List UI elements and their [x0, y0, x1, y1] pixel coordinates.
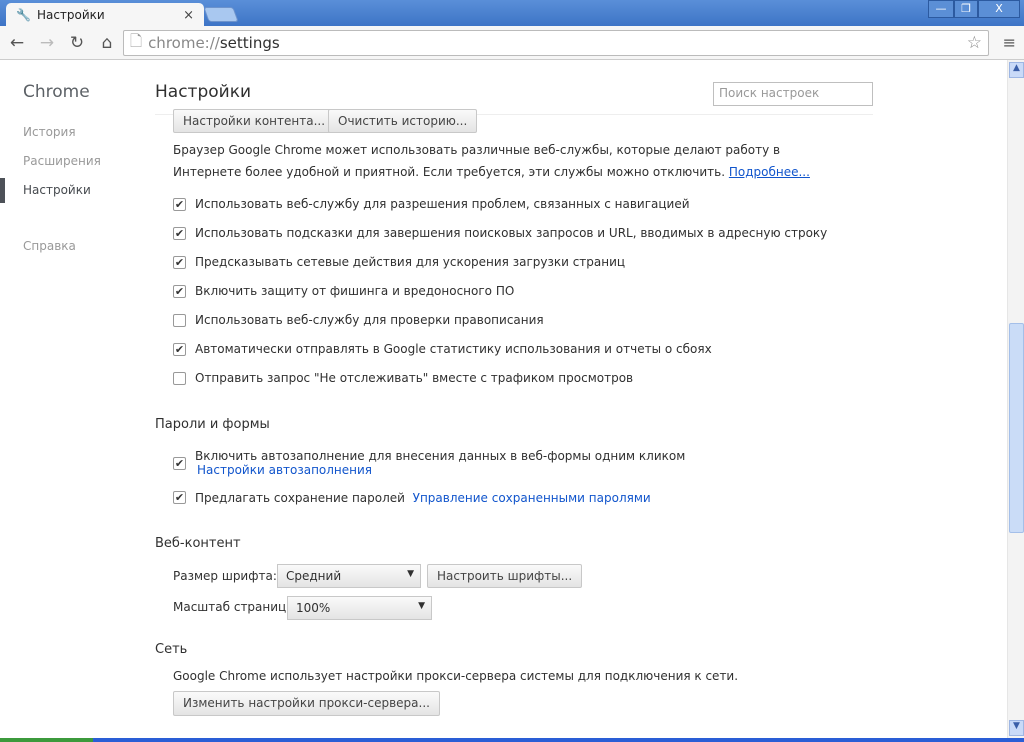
sidebar: Chrome История Расширения Настройки Спра…	[0, 60, 140, 740]
network-text: Google Chrome использует настройки прокс…	[173, 669, 739, 683]
sidebar-item-extensions[interactable]: Расширения	[23, 154, 101, 168]
page-icon: 🗋	[130, 31, 143, 50]
page-title: Настройки	[155, 82, 252, 102]
menu-icon[interactable]: ≡	[1003, 33, 1016, 52]
title-bar: 🔧 Настройки × — ❐ X	[0, 0, 1024, 27]
proxy-settings-button[interactable]: Изменить настройки прокси-сервера...	[173, 691, 440, 716]
brand: Chrome	[23, 82, 90, 102]
toolbar: ← → ↻ ⌂ 🗋 chrome://settings ☆ ≡	[0, 26, 1024, 60]
privacy-option-label: Предсказывать сетевые действия для ускор…	[195, 255, 626, 269]
taskbar	[0, 738, 1024, 742]
learn-more-link[interactable]: Подробнее...	[729, 165, 810, 179]
page-zoom-label: Масштаб страницы:	[173, 600, 300, 614]
start-button[interactable]	[0, 738, 93, 742]
sidebar-item-history[interactable]: История	[23, 125, 76, 139]
privacy-checkbox[interactable]: ✔	[173, 343, 186, 356]
passwords-section-title: Пароли и формы	[155, 417, 270, 432]
sidebar-item-settings[interactable]: Настройки	[23, 183, 91, 197]
privacy-checkbox[interactable]: ✔	[173, 227, 186, 240]
save-passwords-label: Предлагать сохранение паролей Управление…	[195, 491, 651, 505]
bookmark-star-icon[interactable]: ☆	[967, 33, 982, 53]
wrench-icon: 🔧	[16, 8, 31, 22]
close-window-button[interactable]: X	[978, 0, 1020, 18]
privacy-checkbox[interactable]	[173, 372, 186, 385]
tab-title: Настройки	[36, 8, 105, 22]
privacy-text-1: Браузер Google Chrome может использовать…	[173, 143, 781, 157]
address-bar[interactable]: 🗋 chrome://settings ☆	[123, 30, 989, 56]
privacy-checkbox[interactable]	[173, 314, 186, 327]
privacy-checkbox[interactable]: ✔	[173, 256, 186, 269]
privacy-option-label: Использовать веб-службу для проверки пра…	[195, 313, 544, 327]
autofill-label: Включить автозаполнение для внесения дан…	[195, 449, 686, 463]
dropdown-arrow-icon: ▼	[407, 569, 414, 579]
privacy-text-2: Интернете более удобной и приятной. Если…	[173, 165, 726, 179]
privacy-option-label: Автоматически отправлять в Google статис…	[195, 342, 712, 356]
privacy-option-label: Отправить запрос "Не отслеживать" вместе…	[195, 371, 634, 385]
manage-passwords-link[interactable]: Управление сохраненными паролями	[413, 491, 651, 505]
privacy-option-label: Включить защиту от фишинга и вредоносног…	[195, 284, 515, 298]
font-size-label: Размер шрифта:	[173, 569, 277, 583]
sidebar-item-help[interactable]: Справка	[23, 239, 76, 253]
tab-close-button[interactable]: ×	[183, 8, 194, 23]
autofill-checkbox[interactable]: ✔	[173, 457, 186, 470]
search-input[interactable]: Поиск настроек	[713, 82, 873, 106]
network-section-title: Сеть	[155, 642, 188, 657]
customize-fonts-button[interactable]: Настроить шрифты...	[427, 564, 583, 588]
vertical-scrollbar[interactable]: ▲ ▼	[1007, 60, 1024, 740]
back-icon[interactable]: ←	[2, 33, 32, 53]
privacy-option-label: Использовать веб-службу для разрешения п…	[195, 197, 690, 211]
dropdown-arrow-icon: ▼	[418, 601, 425, 611]
font-size-select[interactable]: Средний ▼	[277, 564, 421, 588]
scrollbar-thumb[interactable]	[1009, 323, 1024, 533]
reload-icon[interactable]: ↻	[62, 33, 92, 53]
scroll-down-icon[interactable]: ▼	[1009, 720, 1024, 736]
privacy-checkbox[interactable]: ✔	[173, 285, 186, 298]
clear-history-button[interactable]: Очистить историю...	[328, 109, 478, 133]
save-passwords-text: Предлагать сохранение паролей	[195, 491, 405, 505]
minimize-button[interactable]: —	[928, 0, 954, 18]
restore-button[interactable]: ❐	[954, 0, 978, 18]
save-passwords-checkbox[interactable]: ✔	[173, 491, 186, 504]
scroll-up-icon[interactable]: ▲	[1009, 62, 1024, 78]
selection-indicator	[0, 178, 5, 203]
privacy-option-label: Использовать подсказки для завершения по…	[195, 226, 828, 240]
font-size-value: Средний	[286, 569, 342, 583]
url-scheme: chrome://	[148, 34, 220, 52]
webcontent-section-title: Веб-контент	[155, 536, 241, 551]
home-icon[interactable]: ⌂	[92, 33, 122, 53]
content-settings-button[interactable]: Настройки контента...	[173, 109, 336, 133]
page-zoom-select[interactable]: 100% ▼	[287, 596, 432, 620]
autofill-settings-link[interactable]: Настройки автозаполнения	[197, 463, 372, 477]
new-tab-button[interactable]	[203, 7, 239, 22]
privacy-checkbox[interactable]: ✔	[173, 198, 186, 211]
forward-icon[interactable]: →	[32, 33, 62, 53]
tab-settings[interactable]: 🔧 Настройки ×	[6, 3, 204, 27]
url-path: settings	[219, 34, 280, 52]
page-zoom-value: 100%	[296, 601, 331, 615]
